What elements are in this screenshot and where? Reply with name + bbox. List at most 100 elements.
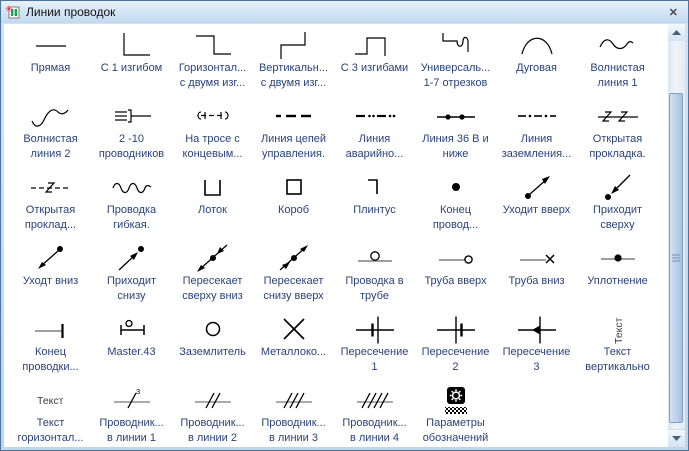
palette-item-goes-up[interactable]: Уходит вверх	[496, 172, 577, 243]
conductors-in-line-4-icon	[351, 385, 399, 416]
palette-item-line-vert-two-bends[interactable]: Вертикальн... с двумя изг...	[253, 30, 334, 101]
palette-content: Прямая С 1 изгибом Горизонтал... с двумя и…	[4, 24, 685, 447]
conductors-2-10-icon	[108, 101, 156, 132]
palette-item-line-36v[interactable]: Линия 36 В и ниже	[415, 101, 496, 172]
scrollbar-track[interactable]	[668, 41, 685, 430]
palette-item-conductors-in-line-3[interactable]: Проводник... в линии 3	[253, 385, 334, 447]
palette-item-line-arc[interactable]: Дуговая	[496, 30, 577, 101]
palette-item-comes-from-above[interactable]: Приходит сверху	[577, 172, 658, 243]
palette-item-label: Проводник... в линии 3	[261, 417, 326, 444]
palette-item-box[interactable]: Короб	[253, 172, 334, 243]
palette-item-label: Лоток	[198, 204, 227, 216]
palette-item-label: Открытая проклад...	[24, 204, 77, 231]
palette-item-open-laying-2[interactable]: Открытая проклад...	[10, 172, 91, 243]
palette-item-seal[interactable]: Уплотнение	[577, 243, 658, 314]
intersection-2-icon	[432, 314, 480, 345]
palette-item-crosses-top-down[interactable]: Пересекает сверху вниз	[172, 243, 253, 314]
palette-item-label: Заземлитель	[179, 346, 246, 358]
palette-item-emergency-line[interactable]: Линия аварийно...	[334, 101, 415, 172]
palette-item-pipe-down[interactable]: Труба вниз	[496, 243, 577, 314]
palette-item-plinth[interactable]: Плинтус	[334, 172, 415, 243]
palette-item-conductors-in-line-1[interactable]: 3 Проводник... в линии 1	[91, 385, 172, 447]
palette-item-label: Дуговая	[516, 62, 557, 74]
palette-item-line-wavy-2[interactable]: Волнистая линия 2	[10, 101, 91, 172]
palette-item-label: С 3 изгибами	[340, 62, 409, 74]
palette-item-label: Волнистая линия 1	[590, 62, 645, 89]
palette-item-metal-structure[interactable]: Металлоко...	[253, 314, 334, 385]
goes-down-icon	[27, 243, 75, 274]
palette-item-crosses-bottom-up[interactable]: Пересекает снизу вверх	[253, 243, 334, 314]
line-36v-icon	[432, 101, 480, 132]
palette-item-tray[interactable]: Лоток	[172, 172, 253, 243]
palette-item-control-circuit-line[interactable]: Линия цепей управления.	[253, 101, 334, 172]
palette-item-intersection-1[interactable]: Пересечение 1	[334, 314, 415, 385]
line-wavy-2-icon	[27, 101, 75, 132]
palette-item-grounding-line[interactable]: Линия заземления...	[496, 101, 577, 172]
palette-item-cable-with-end[interactable]: На тросе с концевым...	[172, 101, 253, 172]
grounder-icon	[189, 314, 237, 345]
svg-text:Текст: Текст	[37, 395, 64, 407]
palette-item-label: Пересечение 2	[421, 346, 490, 373]
goes-up-icon	[513, 172, 561, 203]
palette-item-label: Металлоко...	[260, 346, 327, 358]
palette-item-line-horiz-two-bends[interactable]: Горизонтал... с двумя изг...	[172, 30, 253, 101]
palette-item-flexible-wiring[interactable]: Проводка гибкая.	[91, 172, 172, 243]
palette-item-line-straight[interactable]: Прямая	[10, 30, 91, 101]
palette-item-wiring-end[interactable]: Конец проводки...	[10, 314, 91, 385]
palette-item-text-horizontal[interactable]: Текст Текст горизонтал...	[10, 385, 91, 447]
palette-item-symbol-params[interactable]: Параметры обозначений	[415, 385, 496, 447]
palette-item-label: Прямая	[30, 62, 71, 74]
triangle-up-icon	[672, 30, 681, 35]
scroll-down-button[interactable]	[668, 429, 685, 447]
palette-item-label: На тросе с концевым...	[182, 133, 243, 160]
palette-item-label: Уходт вниз	[22, 275, 79, 287]
line-horiz-two-bends-icon	[189, 30, 237, 61]
thumb-gripper-icon	[672, 253, 680, 264]
scroll-up-button[interactable]	[668, 24, 685, 42]
palette-item-label: Линия цепей управления.	[260, 133, 327, 160]
palette-item-goes-down[interactable]: Уходт вниз	[10, 243, 91, 314]
comes-from-above-icon	[594, 172, 642, 203]
palette-item-open-laying-1[interactable]: Открытая прокладка.	[577, 101, 658, 172]
palette-item-comes-from-below[interactable]: Приходит снизу	[91, 243, 172, 314]
titlebar[interactable]: ✳ Линии проводок ✕	[1, 1, 688, 23]
tray-icon	[189, 172, 237, 203]
palette-item-conductors-2-10[interactable]: 2 -10 проводников	[91, 101, 172, 172]
palette-item-label: Короб	[277, 204, 310, 216]
palette-item-intersection-2[interactable]: Пересечение 2	[415, 314, 496, 385]
window-title: Линии проводок	[26, 5, 116, 19]
palette-item-line-three-bends[interactable]: С 3 изгибами	[334, 30, 415, 101]
line-straight-icon	[27, 30, 75, 61]
palette-item-label: Плинтус	[353, 204, 396, 216]
plinth-icon	[351, 172, 399, 203]
scrollbar-thumb[interactable]	[669, 93, 683, 423]
palette-item-master-43[interactable]: Master.43	[91, 314, 172, 385]
close-icon[interactable]: ✕	[665, 5, 682, 20]
conductors-in-line-2-icon	[189, 385, 237, 416]
text-horizontal-icon: Текст	[27, 385, 75, 416]
palette-item-line-one-bend[interactable]: С 1 изгибом	[91, 30, 172, 101]
palette-item-label: Приходит сверху	[592, 204, 643, 231]
palette-item-line-universal[interactable]: Универсаль... 1-7 отрезков	[415, 30, 496, 101]
palette-item-label: Конец проводки...	[22, 346, 79, 373]
palette-item-label: Линия 36 В и ниже	[422, 133, 489, 160]
palette-item-wire-end-dot[interactable]: Конец провод...	[415, 172, 496, 243]
palette-item-label: Конец провод...	[432, 204, 479, 231]
palette-item-conductors-in-line-2[interactable]: Проводник... в линии 2	[172, 385, 253, 447]
palette-item-label: Универсаль... 1-7 отрезков	[420, 62, 491, 89]
palette-item-intersection-3[interactable]: Пересечение 3	[496, 314, 577, 385]
triangle-down-icon	[672, 436, 681, 441]
palette-item-label: Труба вниз	[508, 275, 565, 287]
palette-item-pipe-up[interactable]: Труба вверх	[415, 243, 496, 314]
palette-item-label: Проводник... в линии 1	[99, 417, 164, 444]
vertical-scrollbar[interactable]	[668, 24, 685, 447]
symbol-grid: Прямая С 1 изгибом Горизонтал... с двумя и…	[10, 30, 658, 447]
palette-item-label: Линия аварийно...	[345, 133, 404, 160]
palette-item-line-wavy-1[interactable]: Волнистая линия 1	[577, 30, 658, 101]
metal-structure-icon	[270, 314, 318, 345]
palette-item-text-vertical[interactable]: Текст Текст вертикально	[577, 314, 658, 385]
palette-item-grounder[interactable]: Заземлитель	[172, 314, 253, 385]
wire-end-dot-icon	[432, 172, 480, 203]
palette-item-wiring-in-pipe[interactable]: Проводка в трубе	[334, 243, 415, 314]
palette-item-conductors-in-line-4[interactable]: Проводник... в линии 4	[334, 385, 415, 447]
